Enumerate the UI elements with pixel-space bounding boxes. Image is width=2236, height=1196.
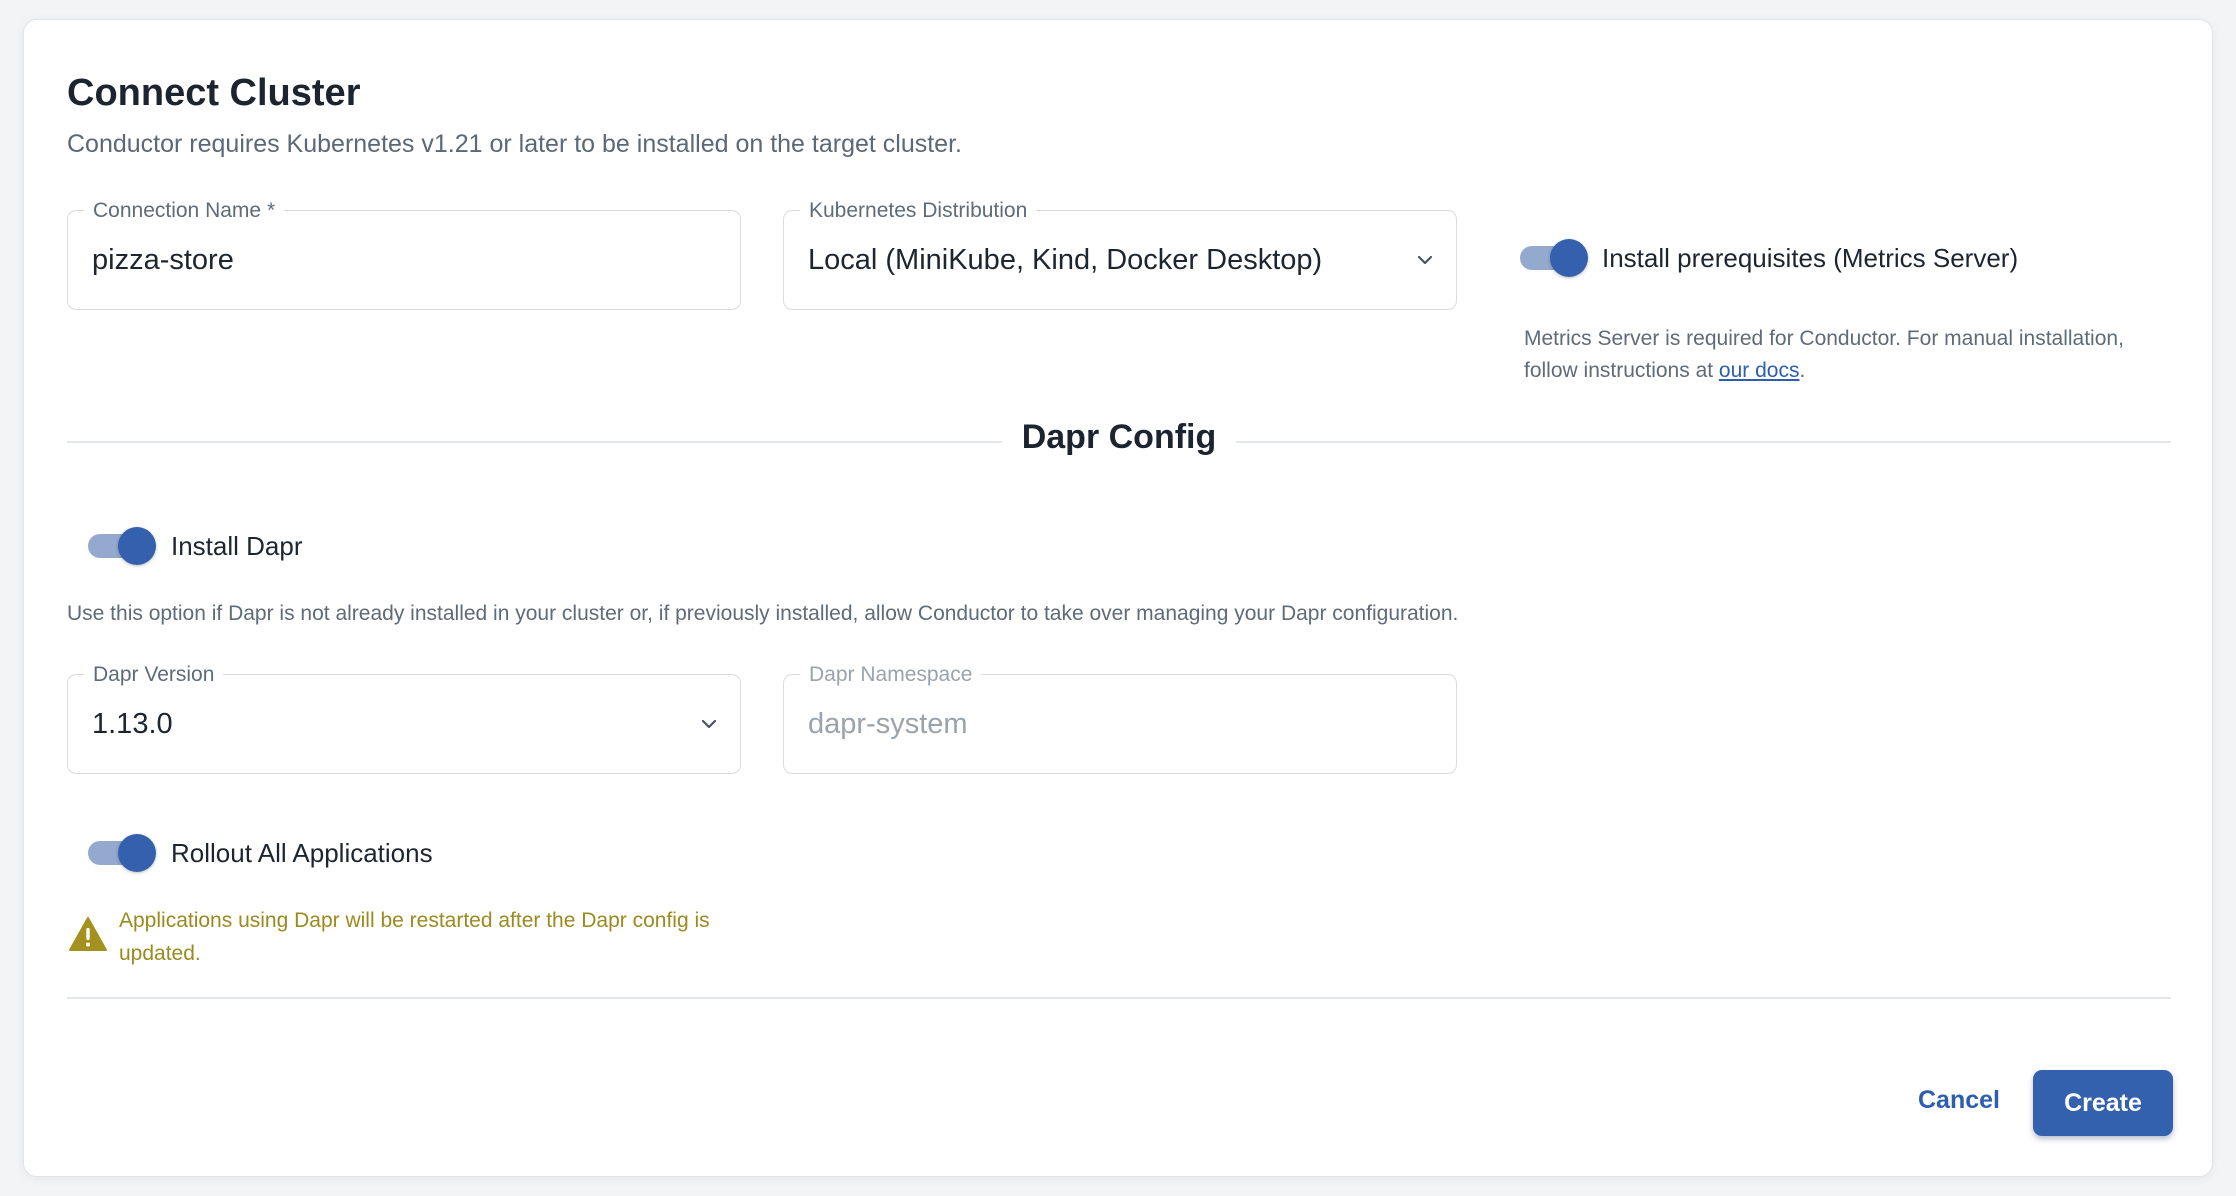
dialog-title: Connect Cluster	[67, 72, 361, 114]
dialog-subtitle: Conductor requires Kubernetes v1.21 or l…	[67, 130, 962, 158]
install-prerequisites-toggle[interactable]	[1520, 239, 1590, 277]
kubernetes-distribution-select[interactable]: Kubernetes Distribution Local (MiniKube,…	[783, 198, 1457, 310]
dapr-config-heading: Dapr Config	[24, 418, 2214, 457]
install-dapr-label: Install Dapr	[171, 531, 303, 561]
connection-name-input[interactable]: pizza-store	[92, 211, 234, 309]
connection-name-field[interactable]: Connection Name * pizza-store	[67, 198, 741, 310]
dapr-namespace-field: Dapr Namespace dapr-system	[783, 662, 1457, 774]
warning-icon	[69, 917, 107, 951]
connect-cluster-dialog: Connect Cluster Conductor requires Kuber…	[23, 19, 2213, 1177]
dapr-version-value: 1.13.0	[92, 707, 173, 740]
rollout-all-applications-toggle[interactable]	[88, 834, 158, 872]
install-prerequisites-label: Install prerequisites (Metrics Server)	[1602, 243, 2019, 273]
install-dapr-hint: Use this option if Dapr is not already i…	[67, 602, 1459, 625]
dapr-version-select[interactable]: Dapr Version 1.13.0	[67, 662, 741, 774]
dapr-namespace-input: dapr-system	[808, 707, 968, 740]
create-button[interactable]: Create	[2033, 1070, 2173, 1136]
rollout-warning-text: Applications using Dapr will be restarte…	[119, 909, 710, 965]
install-dapr-toggle[interactable]	[88, 527, 158, 565]
metrics-server-hint: Metrics Server is required for Conductor…	[1524, 327, 2124, 382]
cancel-button[interactable]: Cancel	[1884, 1070, 2034, 1130]
chevron-down-icon[interactable]	[1414, 249, 1436, 271]
footer-divider	[67, 997, 2171, 999]
our-docs-link[interactable]: our docs	[1719, 359, 1800, 382]
chevron-down-icon[interactable]	[698, 713, 720, 735]
kubernetes-distribution-value: Local (MiniKube, Kind, Docker Desktop)	[808, 243, 1323, 276]
rollout-all-applications-label: Rollout All Applications	[171, 838, 433, 868]
